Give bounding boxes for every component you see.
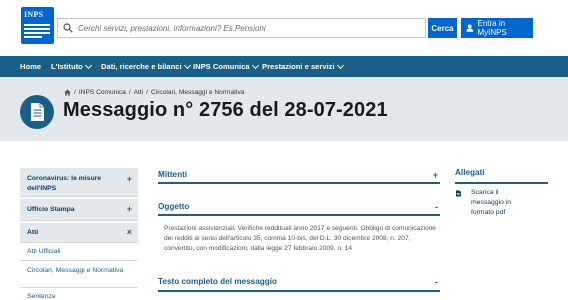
collapse-icon[interactable]: - <box>435 202 438 212</box>
expand-icon[interactable]: + <box>127 204 132 214</box>
sidebar-item-label: Coronavirus: le misure dell'INPS <box>27 175 102 192</box>
inps-logo[interactable]: INPS <box>21 7 54 44</box>
sidebar-item-circolari[interactable]: Circolari, Messaggi e Normativa <box>20 261 138 288</box>
breadcrumb-item[interactable]: INPS Comunica <box>79 89 126 96</box>
top-header: INPS Cerca Entra in MyINPS <box>0 0 568 56</box>
breadcrumb: / INPS Comunica / Atti / Circolari, Mess… <box>64 89 244 96</box>
sidebar-item-sentenze[interactable]: Sentenze <box>20 288 138 300</box>
oggetto-text: Prestazioni assistenziali. Verifiche red… <box>164 225 436 252</box>
sidebar-item-label: Atti <box>27 229 39 236</box>
allegati-title: Allegati <box>455 168 485 177</box>
breadcrumb-separator: / <box>74 89 76 96</box>
section-mittenti-header[interactable]: Mittenti + <box>158 170 440 180</box>
search-icon <box>63 23 73 33</box>
nav-item-label: Prestazioni e servizi <box>262 62 335 71</box>
expand-icon[interactable]: + <box>127 174 132 184</box>
nav-item-dati[interactable]: Dati, ricerche e bilanci <box>101 56 191 77</box>
chevron-down-icon <box>84 61 92 69</box>
user-icon <box>466 24 474 32</box>
page-title: Messaggio n° 2756 del 28-07-2021 <box>63 99 388 121</box>
section-testo-header[interactable]: Testo completo del messaggio - <box>158 277 440 287</box>
nav-item-istituto[interactable]: L'Istituto <box>51 56 92 77</box>
search-box[interactable] <box>57 18 426 38</box>
nav-item-home[interactable]: Home <box>20 56 41 77</box>
section-title: Oggetto <box>158 202 190 211</box>
logo-text: INPS <box>24 10 44 19</box>
sidebar-item-label: Circolari, Messaggi e Normativa <box>27 267 124 274</box>
sidebar-item-label: Ufficio Stampa <box>27 206 75 213</box>
sidebar: Coronavirus: le misure dell'INPS + Uffic… <box>20 168 138 300</box>
allegati-divider <box>455 182 548 184</box>
nav-item-inps-comunica[interactable]: INPS Comunica <box>193 56 259 77</box>
search-input[interactable] <box>78 21 418 36</box>
document-icon <box>20 95 54 129</box>
nav-item-label: Dati, ricerche e bilanci <box>101 62 182 71</box>
sidebar-item-label: Sentenze <box>27 293 56 300</box>
sidebar-item-ufficio-stampa[interactable]: Ufficio Stampa + <box>20 199 138 221</box>
section-divider <box>158 214 440 216</box>
download-pdf-link[interactable]: Scarica il messaggio in formato pdf <box>471 188 533 218</box>
sidebar-item-atti[interactable]: Atti × <box>20 223 138 243</box>
nav-item-prestazioni[interactable]: Prestazioni e servizi <box>262 56 344 77</box>
home-icon[interactable] <box>64 89 71 96</box>
chevron-down-icon <box>251 61 259 69</box>
nav-item-label: L'Istituto <box>51 62 83 71</box>
breadcrumb-item[interactable]: Atti <box>134 89 144 96</box>
search-button[interactable]: Cerca <box>428 18 457 38</box>
section-title: Mittenti <box>158 170 188 179</box>
login-myinps-button[interactable]: Entra in MyINPS <box>461 18 533 38</box>
sidebar-item-coronavirus[interactable]: Coronavirus: le misure dell'INPS + <box>20 168 138 197</box>
sidebar-item-label: Atti Ufficiali <box>27 248 61 255</box>
expand-icon[interactable]: + <box>433 170 438 180</box>
nav-item-label: Home <box>20 62 42 71</box>
breadcrumb-separator: / <box>128 89 131 96</box>
sidebar-item-atti-ufficiali[interactable]: Atti Ufficiali <box>20 243 138 261</box>
section-divider <box>158 182 440 184</box>
chevron-down-icon <box>183 61 191 69</box>
section-oggetto-header[interactable]: Oggetto - <box>158 202 440 212</box>
chevron-down-icon <box>336 61 344 69</box>
nav-item-label: INPS Comunica <box>193 62 250 71</box>
login-myinps-label: Entra in MyINPS <box>477 19 507 37</box>
breadcrumb-item[interactable]: Circolari, Messaggi e Normativa <box>151 89 244 96</box>
section-title: Testo completo del messaggio <box>158 277 278 286</box>
section-divider <box>158 290 440 292</box>
breadcrumb-separator: / <box>146 89 148 96</box>
collapse-icon[interactable]: × <box>127 227 132 237</box>
collapse-icon[interactable]: - <box>435 277 438 287</box>
pdf-file-icon <box>456 190 461 197</box>
main-nav: Home L'Istituto Dati, ricerche e bilanci… <box>0 56 568 77</box>
